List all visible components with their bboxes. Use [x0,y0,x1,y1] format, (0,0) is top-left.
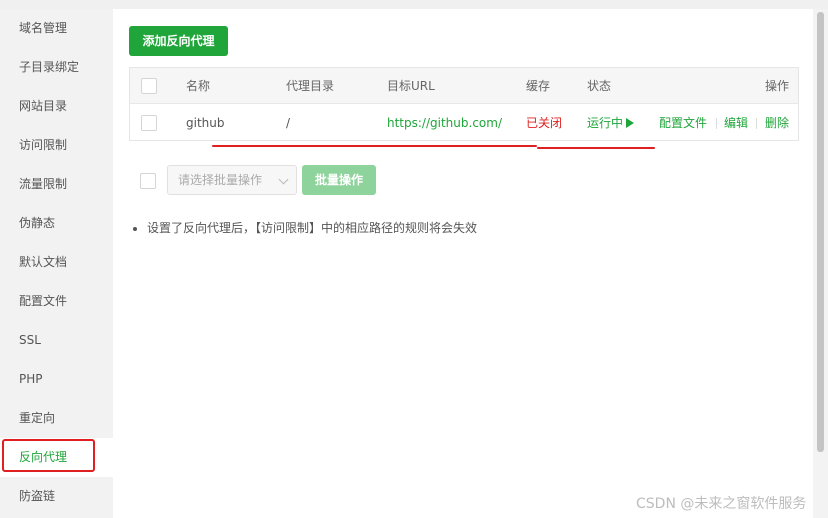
add-reverse-proxy-button[interactable]: 添加反向代理 [129,26,228,56]
annotation-underline [537,147,655,149]
table-header: 名称 代理目录 目标URL 缓存 状态 操作 [130,68,798,104]
sidebar-item-config-file[interactable]: 配置文件 [0,282,113,321]
sidebar-item-rewrite[interactable]: 伪静态 [0,204,113,243]
row-edit-link[interactable]: 编辑 [724,105,748,141]
watermark: CSDN @未来之窗软件服务 [636,496,807,512]
help-note-text: 设置了反向代理后，【访问限制】中的相应路径的规则将会失效 [147,221,478,235]
header-target-url: 目标URL [387,79,435,93]
row-run-status[interactable]: 运行中 [587,105,635,141]
annotation-underline [212,145,537,147]
row-target-url[interactable]: https://github.com/ [387,105,502,141]
row-checkbox[interactable] [141,115,157,131]
sidebar-item-redirect[interactable]: 重定向 [0,399,113,438]
row-config-file-link[interactable]: 配置文件 [659,105,707,141]
header-actions: 操作 [765,79,790,93]
chevron-down-icon [278,174,289,185]
header-status: 状态 [587,79,612,93]
action-divider [756,118,757,129]
row-cache-status[interactable]: 已关闭 [526,105,562,141]
batch-action-select[interactable]: 请选择批量操作 [167,165,297,195]
panel-root: 域名管理 子目录绑定 网站目录 访问限制 流量限制 伪静态 默认文档 配置文件 … [0,0,828,518]
batch-action-button[interactable]: 批量操作 [302,165,376,195]
help-note: 设置了反向代理后，【访问限制】中的相应路径的规则将会失效 [133,219,477,236]
sidebar-item-ssl[interactable]: SSL [0,321,113,360]
batch-checkbox[interactable] [140,173,156,189]
sidebar-item-subdir-binding[interactable]: 子目录绑定 [0,48,113,87]
sidebar-item-php[interactable]: PHP [0,360,113,399]
header-cache: 缓存 [526,79,551,93]
sidebar-item-domain[interactable]: 域名管理 [0,9,113,48]
select-all-checkbox[interactable] [141,78,157,94]
sidebar-item-access-limit[interactable]: 访问限制 [0,126,113,165]
header-proxy-dir: 代理目录 [286,79,335,93]
main-panel: 添加反向代理 名称 代理目录 目标URL 缓存 状态 操作 github / h… [113,9,813,518]
bullet-icon [133,226,137,231]
sidebar: 域名管理 子目录绑定 网站目录 访问限制 流量限制 伪静态 默认文档 配置文件 … [0,9,113,518]
row-name: github [186,116,225,130]
header-name: 名称 [186,79,211,93]
sidebar-item-default-doc[interactable]: 默认文档 [0,243,113,282]
table-row: github / https://github.com/ 已关闭 运行中 配置文… [130,105,798,141]
batch-select-placeholder: 请选择批量操作 [178,173,263,187]
row-status-label: 运行中 [587,116,624,130]
sidebar-item-traffic-limit[interactable]: 流量限制 [0,165,113,204]
row-proxy-dir: / [286,116,291,130]
row-delete-link[interactable]: 删除 [765,105,789,141]
scrollbar-thumb[interactable] [817,12,824,452]
sidebar-item-site-dir[interactable]: 网站目录 [0,87,113,126]
sidebar-item-hotlink-protection[interactable]: 防盗链 [0,477,113,516]
action-divider [716,118,717,129]
play-icon [626,118,635,128]
proxy-table: 名称 代理目录 目标URL 缓存 状态 操作 github / https://… [129,67,799,141]
top-border [0,0,828,9]
sidebar-item-reverse-proxy[interactable]: 反向代理 [0,438,113,477]
